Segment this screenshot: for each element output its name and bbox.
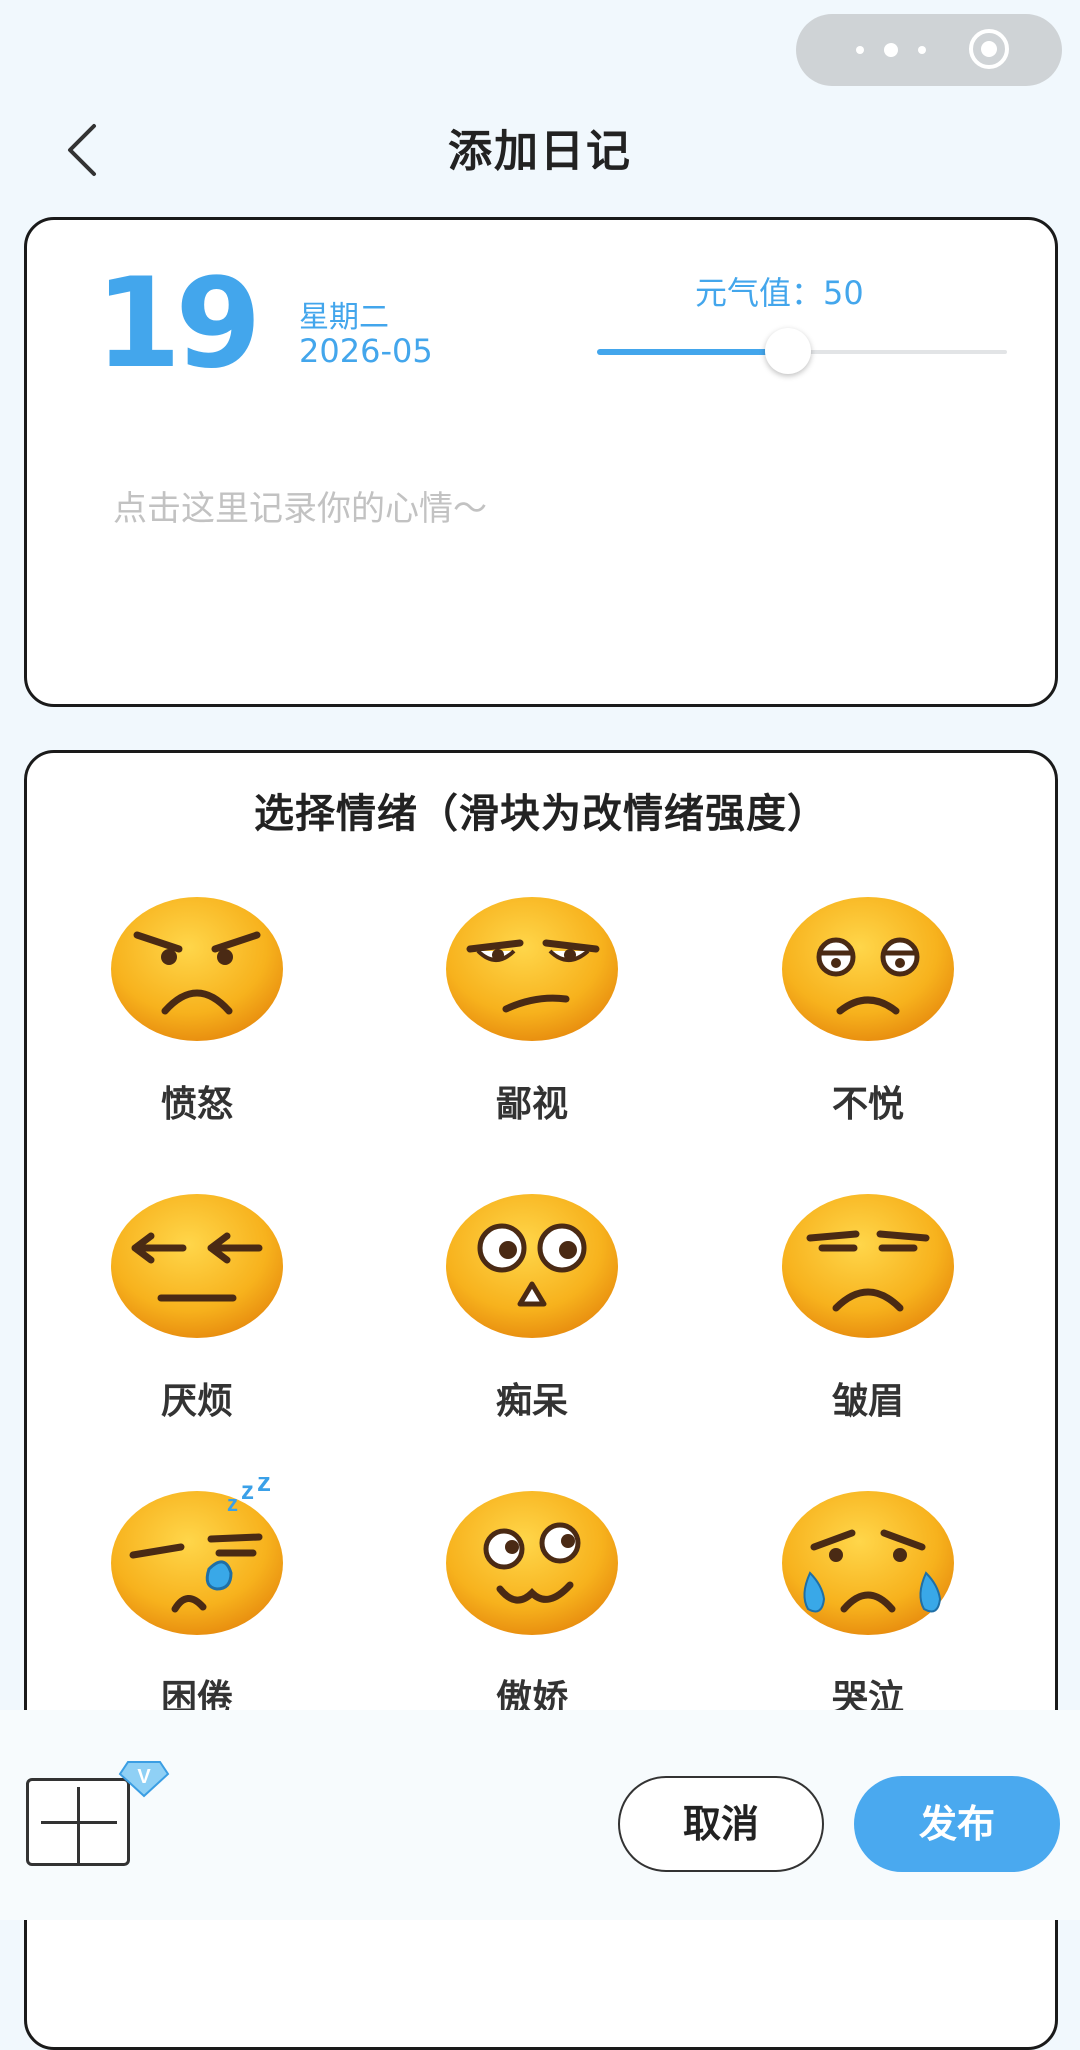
date-year-month: 2026-05: [299, 332, 433, 370]
angry-face-icon: [111, 897, 283, 1041]
emotion-label: 痴呆: [495, 1381, 568, 1422]
date-weekday: 星期二: [299, 300, 389, 335]
frown-face-icon: [782, 1194, 954, 1338]
emotion-label: 厌烦: [160, 1381, 233, 1422]
energy-label: 元气值：50: [695, 274, 864, 312]
publish-button[interactable]: 发布: [854, 1776, 1060, 1872]
emotion-label: 皱眉: [831, 1381, 904, 1422]
emotion-item[interactable]: 愤怒: [67, 883, 307, 1143]
more-dots-icon[interactable]: [856, 34, 936, 64]
target-icon[interactable]: [968, 28, 1010, 70]
emotion-item[interactable]: 厌烦: [67, 1180, 307, 1440]
mini-program-capsule: [796, 14, 1062, 86]
emotion-item[interactable]: 痴呆: [402, 1180, 642, 1440]
page-title: 添加日记: [448, 126, 632, 177]
svg-text:z: z: [257, 1477, 271, 1497]
svg-text:z: z: [227, 1491, 238, 1516]
emotion-item[interactable]: 哭泣: [738, 1477, 978, 1737]
energy-slider[interactable]: [597, 328, 1007, 374]
emotion-item[interactable]: 不悦: [738, 883, 978, 1143]
proud-face-icon: [446, 1491, 618, 1635]
emotion-label: 鄙视: [495, 1084, 568, 1125]
displeased-face-icon: [782, 897, 954, 1041]
emotion-label: 愤怒: [160, 1084, 233, 1125]
emotion-label: 不悦: [831, 1084, 904, 1125]
sleepy-face-icon: zzz: [111, 1477, 283, 1635]
svg-text:z: z: [241, 1477, 254, 1505]
slider-fill: [597, 349, 788, 355]
dazed-face-icon: [446, 1194, 618, 1338]
emotion-item[interactable]: 鄙视: [402, 883, 642, 1143]
v-badge-icon: V: [118, 1761, 170, 1798]
slider-handle[interactable]: [765, 328, 811, 374]
annoyed-face-icon: [111, 1194, 283, 1338]
diary-card: 19 星期二 2026-05 元气值：50: [24, 217, 1058, 707]
cancel-button[interactable]: 取消: [618, 1776, 824, 1872]
contempt-face-icon: [446, 897, 618, 1041]
svg-text:V: V: [137, 1766, 151, 1788]
emotion-item[interactable]: z z z 困倦: [67, 1477, 307, 1737]
date-day: 19: [95, 252, 262, 396]
add-image-icon[interactable]: [26, 1778, 130, 1866]
crying-face-icon: [782, 1491, 954, 1635]
emotion-item[interactable]: 皱眉: [738, 1180, 978, 1440]
emotion-item[interactable]: 傲娇: [402, 1477, 642, 1737]
bottom-bar: V 取消 发布: [0, 1710, 1080, 1920]
mood-input[interactable]: [111, 478, 975, 540]
